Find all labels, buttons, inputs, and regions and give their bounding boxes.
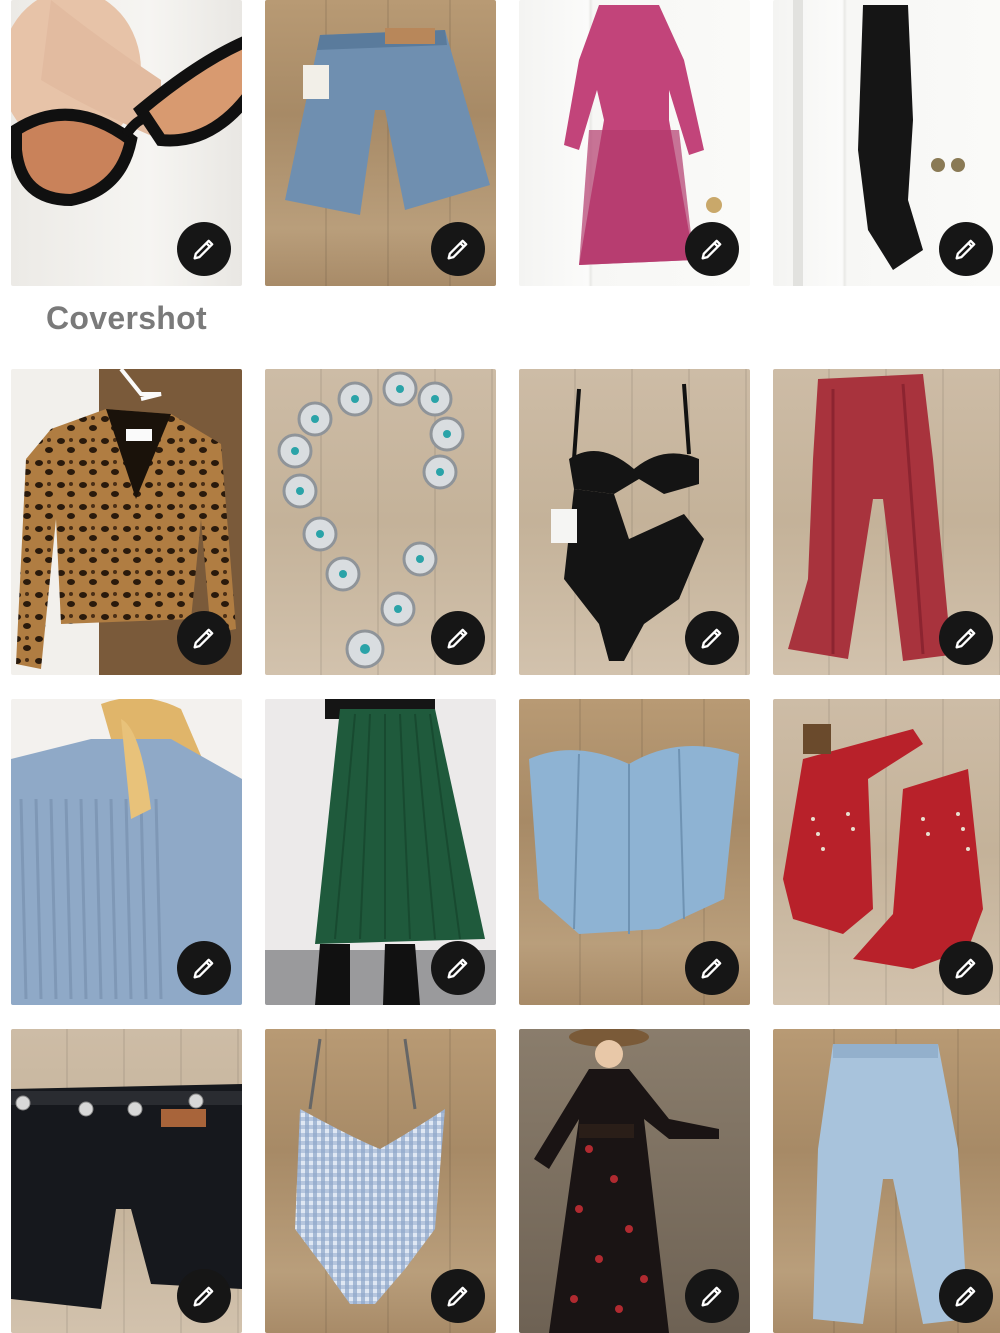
grid-item-gingham-swimsuit[interactable] [265,1029,496,1333]
grid-item-black-denim-shorts[interactable] [11,1029,242,1333]
pencil-icon [955,1286,976,1307]
section-title: Covershot [46,300,207,336]
grid-item-denim-corset[interactable] [519,699,750,1005]
pencil-icon [193,958,214,979]
edit-button[interactable] [431,941,485,995]
pencil-icon [447,1286,468,1307]
edit-button[interactable] [177,611,231,665]
pencil-icon [193,239,214,260]
pencil-icon [955,628,976,649]
pencil-icon [447,628,468,649]
grid-item-green-pleated-skirt[interactable] [265,699,496,1005]
grid-item-leopard-blazer[interactable] [11,369,242,675]
grid-item-denim-shorts[interactable] [265,0,496,286]
pencil-icon [955,239,976,260]
pencil-icon [701,958,722,979]
pencil-icon [701,1286,722,1307]
edit-button[interactable] [431,611,485,665]
grid-item-pink-dress[interactable] [519,0,750,286]
edit-button[interactable] [177,222,231,276]
grid-item-light-wash-jeans[interactable] [773,1029,1000,1333]
edit-button[interactable] [685,222,739,276]
edit-button[interactable] [939,222,993,276]
pencil-icon [701,628,722,649]
edit-button[interactable] [685,611,739,665]
pencil-icon [447,239,468,260]
grid-item-red-flare-pants[interactable] [773,369,1000,675]
edit-button[interactable] [939,941,993,995]
pencil-icon [701,239,722,260]
edit-button[interactable] [431,1269,485,1323]
edit-button[interactable] [685,1269,739,1323]
grid-item-floral-maxi-dress[interactable] [519,1029,750,1333]
edit-button[interactable] [939,1269,993,1323]
grid-item-black-slip-dress[interactable] [773,0,1000,286]
pencil-icon [193,1286,214,1307]
pencil-icon [955,958,976,979]
edit-button[interactable] [177,1269,231,1323]
edit-button[interactable] [431,222,485,276]
grid-item-black-swimsuit[interactable] [519,369,750,675]
grid-item-red-cowboy-boots[interactable] [773,699,1000,1005]
grid-item-sunglasses[interactable] [11,0,242,286]
edit-button[interactable] [685,941,739,995]
pencil-icon [447,958,468,979]
grid-item-fringe-denim-jacket[interactable] [11,699,242,1005]
grid-item-concho-belt[interactable] [265,369,496,675]
pencil-icon [193,628,214,649]
edit-button[interactable] [939,611,993,665]
edit-button[interactable] [177,941,231,995]
